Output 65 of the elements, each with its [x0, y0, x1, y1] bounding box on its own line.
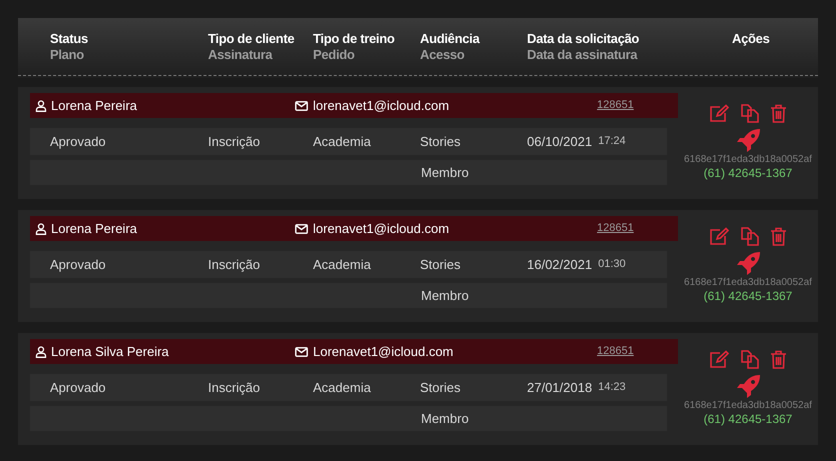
audience-text: Stories: [420, 256, 462, 274]
phone-number: (61) 42645-1367: [704, 166, 792, 180]
status-text: Aprovado: [50, 378, 107, 397]
column-heading: Data da solicitação: [527, 31, 640, 47]
column-subheading: Data da assinatura: [527, 47, 638, 63]
trash-icon[interactable]: [770, 350, 787, 368]
client-name: Lorena Silva Pereira: [51, 342, 169, 361]
user-icon: [35, 100, 47, 112]
phone-number: (61) 42645-1367: [704, 289, 792, 303]
user-icon: [35, 222, 47, 234]
request-date: 27/01/2018: [527, 378, 592, 397]
client-type-text: Inscrição: [208, 132, 262, 151]
record-id: 6168e17f1eda3db18a0052af: [684, 154, 812, 166]
training-type-text: Academia: [313, 132, 372, 151]
training-type-text: Academia: [313, 378, 372, 397]
mail-icon: [295, 100, 308, 110]
access-text: Membro: [421, 410, 469, 428]
status-text: Aprovado: [50, 256, 107, 274]
client-name: Lorena Pereira: [51, 96, 137, 115]
code-link[interactable]: 128651: [597, 343, 634, 360]
client-email: Lorenavet1@icloud.com: [313, 342, 454, 361]
client-type-text: Inscrição: [208, 378, 262, 397]
column-subheading: Pedido: [313, 47, 356, 63]
rocket-icon[interactable]: [736, 251, 760, 276]
copy-icon[interactable]: [740, 226, 760, 246]
record-id: 6168e17f1eda3db18a0052af: [684, 400, 812, 412]
request-time: 17:24: [598, 134, 626, 150]
status-text: Aprovado: [50, 132, 107, 151]
edit-icon[interactable]: [709, 350, 730, 368]
column-subheading: Acesso: [420, 47, 466, 63]
code-link[interactable]: 128651: [597, 97, 634, 114]
training-type-text: Academia: [313, 256, 372, 274]
record-id: 6168e17f1eda3db18a0052af: [684, 277, 812, 289]
client-name: Lorena Pereira: [51, 220, 137, 238]
request-time: 14:23: [598, 380, 626, 396]
trash-icon[interactable]: [770, 104, 787, 122]
column-subheading: Plano: [50, 47, 85, 63]
rocket-icon[interactable]: [736, 128, 760, 153]
mail-icon: [295, 346, 308, 356]
request-time: 01:30: [598, 257, 626, 272]
client-email: lorenavet1@icloud.com: [313, 96, 450, 115]
mail-icon: [295, 224, 308, 234]
copy-icon[interactable]: [740, 103, 760, 123]
column-heading: Ações: [732, 31, 770, 48]
trash-icon[interactable]: [770, 226, 787, 246]
copy-icon[interactable]: [740, 349, 760, 369]
phone-number: (61) 42645-1367: [704, 412, 792, 426]
access-text: Membro: [421, 286, 469, 305]
request-date: 06/10/2021: [527, 132, 592, 151]
column-subheading: Assinatura: [208, 47, 274, 63]
code-link[interactable]: 128651: [597, 220, 634, 237]
edit-icon[interactable]: [709, 104, 730, 122]
request-date: 16/02/2021: [527, 256, 592, 274]
audience-text: Stories: [420, 378, 462, 397]
audience-text: Stories: [420, 132, 462, 151]
column-heading: Tipo de treino: [313, 31, 396, 47]
column-heading: Status: [50, 31, 89, 47]
client-type-text: Inscrição: [208, 256, 262, 274]
edit-icon[interactable]: [709, 226, 730, 246]
rocket-icon[interactable]: [736, 374, 760, 399]
column-heading: Audiência: [420, 31, 481, 47]
user-icon: [35, 346, 47, 358]
access-text: Membro: [421, 164, 469, 182]
column-heading: Tipo de cliente: [208, 31, 296, 47]
client-email: lorenavet1@icloud.com: [313, 220, 450, 238]
